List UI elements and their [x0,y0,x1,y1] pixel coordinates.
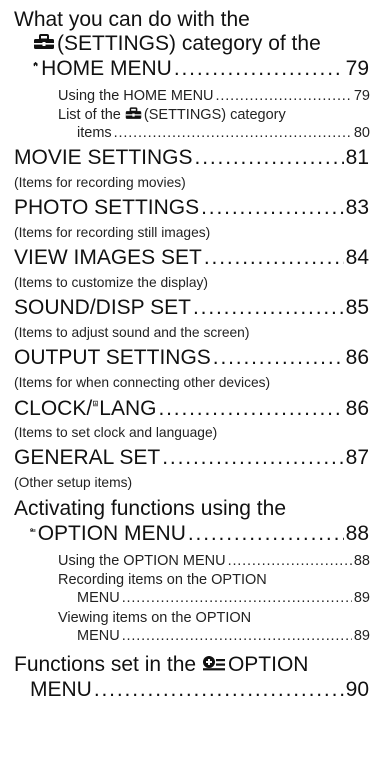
page-number: 85 [345,296,369,319]
toc-subentry-title: Using the HOME MENU [58,88,214,104]
leader-dots [201,196,344,220]
toc-subentry-cont: items [77,125,112,141]
toc-subentry-prefix: List of the [58,107,121,123]
leader-dots [195,146,344,170]
toc-entry-description: (Items to customize the display) [14,275,208,290]
leader-dots [162,446,343,470]
page-number: 84 [345,246,369,269]
page-number: 86 [345,397,369,420]
toc-subentry-using-home-menu[interactable]: Using the HOME MENU 79 [58,87,370,105]
house-icon [33,57,38,73]
page-number: 81 [345,146,369,169]
option-heading-text: Activating functions using the [14,497,286,520]
page-number: 90 [345,678,369,701]
toc-subentry-viewing-items-line1[interactable]: Viewing items on the OPTION [58,609,376,627]
toc-entry-title: GENERAL SET [14,446,161,469]
leader-dots [193,296,344,320]
leader-dots [122,627,352,645]
toc-subentry-recording-items-line2[interactable]: MENU 89 [77,589,370,607]
toc-subentry-title: (SETTINGS) category [143,107,286,123]
toc-entry-title: VIEW IMAGES SET [14,246,202,269]
toc-entry-sound-disp-set[interactable]: SOUND/DISP SET 85 [14,296,369,320]
toc-entry-movie-settings[interactable]: MOVIE SETTINGS 81 [14,146,369,170]
page-number: 89 [353,590,370,606]
toc-entry-title: HOME MENU [41,57,172,80]
leader-dots [174,57,344,81]
page-number: 79 [353,88,370,104]
toc-entry-title: MOVIE SETTINGS [14,146,193,169]
toc-subentry-list-settings-line2[interactable]: items 80 [77,124,370,142]
page-number: 89 [353,628,370,644]
toc-subentry-recording-items-line1[interactable]: Recording items on the OPTION [58,571,376,589]
toc-entry-description: (Items to adjust sound and the screen) [14,325,250,340]
language-A-icon [93,396,98,413]
page-number: 80 [353,125,370,141]
page-number: 88 [345,522,369,545]
toc-entry-description: (Items for recording movies) [14,175,186,190]
toc-subentry-using-option-menu[interactable]: Using the OPTION MENU 88 [58,552,370,570]
page-number: 83 [345,196,369,219]
toc-entry-view-images-set[interactable]: VIEW IMAGES SET 84 [14,246,369,270]
toolbox-icon [33,34,55,50]
leader-dots [122,589,352,607]
toc-entry-description: (Other setup items) [14,475,133,490]
toc-subentry-viewing-items-line2[interactable]: MENU 89 [77,627,370,645]
leader-dots [213,346,344,370]
page-number: 86 [345,346,369,369]
toc-entry-photo-settings[interactable]: PHOTO SETTINGS 83 [14,196,369,220]
toc-subentry-cont: MENU [77,628,120,644]
toc-entry-functions-line2[interactable]: MENU 90 [30,678,369,702]
toc-subentry-title: Viewing items on the OPTION [58,610,252,626]
toc-entry-title: SOUND/DISP SET [14,296,191,319]
settings-heading-line2-text: (SETTINGS) category of the [57,32,321,55]
toc-entry-title-prefix: CLOCK/ [14,397,93,420]
page-number: 79 [345,57,369,80]
option-icon [202,655,226,671]
toc-subentry-cont: MENU [77,590,120,606]
leader-dots [114,124,352,142]
toc-subentry-title: Recording items on the OPTION [58,572,267,588]
toc-subentry-list-settings-line1[interactable]: List of the (SETTINGS) category [58,106,376,124]
toc-entry-title: MENU [30,678,92,701]
toc-entry-output-settings[interactable]: OUTPUT SETTINGS 86 [14,346,369,370]
toc-entry-title: Functions set in the [14,653,197,676]
toolbox-icon [125,107,142,120]
toc-entry-description: (Items for when connecting other devices… [14,375,271,390]
leader-dots [216,87,352,105]
toc-entry-title: OUTPUT SETTINGS [14,346,211,369]
toc-entry-title: PHOTO SETTINGS [14,196,200,219]
toc-entry-clock-lang[interactable]: CLOCK/LANG 86 [14,396,369,421]
leader-dots [158,397,343,421]
toc-entry-title-cont: OPTION [227,653,309,676]
toc-entry-functions-line1[interactable]: Functions set in the OPTION [14,653,376,677]
toc-entry-home-menu[interactable]: HOME MENU 79 [33,57,369,81]
page-number: 87 [345,446,369,469]
toc-entry-title-suffix: LANG [99,397,157,420]
leader-dots [94,678,344,702]
toc-entry-general-set[interactable]: GENERAL SET 87 [14,446,369,470]
leader-dots [204,246,344,270]
settings-heading-text: What you can do with the [14,8,250,31]
leader-dots [228,552,352,570]
toc-entry-description: (Items for recording still images) [14,225,211,240]
toc-subentry-title: Using the OPTION MENU [58,553,226,569]
toc-entry-option-menu[interactable]: OPTION MENU 88 [30,522,369,546]
toc-entry-title: OPTION MENU [37,522,186,545]
leader-dots [188,522,344,546]
settings-heading-line2: (SETTINGS) category of the [33,32,376,56]
option-icon [30,522,36,538]
page-number: 88 [353,553,370,569]
settings-heading-line1: What you can do with the [14,8,376,32]
option-heading-line1: Activating functions using the [14,497,376,521]
toc-entry-description: (Items to set clock and language) [14,425,218,440]
